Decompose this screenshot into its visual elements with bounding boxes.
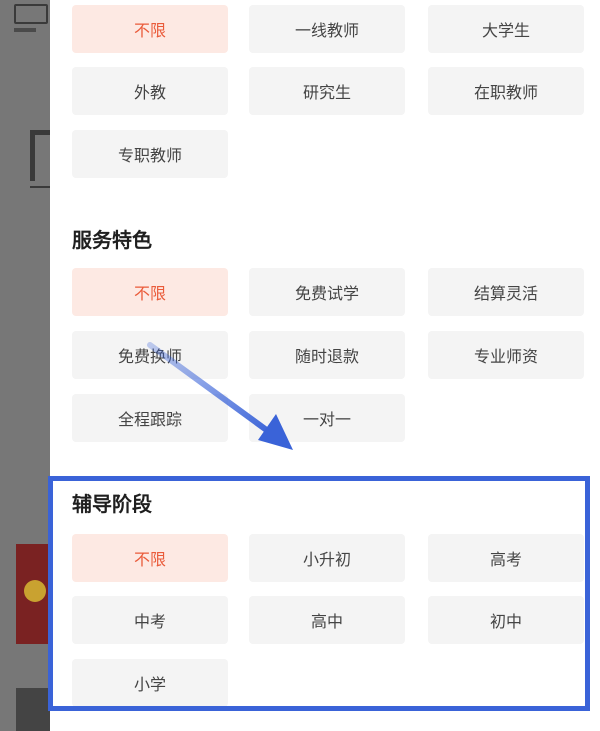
background-logo — [14, 4, 48, 24]
teacher-type-option-unlimited[interactable]: 不限 — [72, 5, 228, 53]
stage-option-high-school[interactable]: 高中 — [249, 596, 405, 644]
background-divider — [30, 186, 50, 188]
service-option-full-tracking[interactable]: 全程跟踪 — [72, 394, 228, 442]
background-page — [0, 0, 55, 731]
stage-section-title: 辅导阶段 — [72, 492, 152, 516]
background-caption — [14, 28, 36, 32]
teacher-type-option-full-time[interactable]: 专职教师 — [72, 130, 228, 178]
teacher-type-option-foreign[interactable]: 外教 — [72, 67, 228, 115]
background-thumbnail-emblem — [24, 580, 46, 602]
service-option-free-trial[interactable]: 免费试学 — [249, 268, 405, 316]
stage-option-high-school-entrance-exam[interactable]: 中考 — [72, 596, 228, 644]
service-option-unlimited[interactable]: 不限 — [72, 268, 228, 316]
stage-option-unlimited[interactable]: 不限 — [72, 534, 228, 582]
service-section-title: 服务特色 — [72, 228, 152, 252]
service-option-professional-teachers[interactable]: 专业师资 — [428, 331, 584, 379]
teacher-type-option-graduate[interactable]: 研究生 — [249, 67, 405, 115]
background-thumbnail-2 — [16, 688, 50, 731]
stage-option-college-entrance-exam[interactable]: 高考 — [428, 534, 584, 582]
filter-panel: 不限 一线教师 大学生 外教 研究生 在职教师 专职教师 服务特色 不限 免费试… — [50, 0, 600, 731]
teacher-type-option-frontline[interactable]: 一线教师 — [249, 5, 405, 53]
teacher-type-option-college[interactable]: 大学生 — [428, 5, 584, 53]
stage-option-junior-high[interactable]: 初中 — [428, 596, 584, 644]
service-option-flexible-billing[interactable]: 结算灵活 — [428, 268, 584, 316]
teacher-type-option-in-service[interactable]: 在职教师 — [428, 67, 584, 115]
stage-option-primary-to-junior[interactable]: 小升初 — [249, 534, 405, 582]
stage-option-primary-school[interactable]: 小学 — [72, 659, 228, 707]
service-option-anytime-refund[interactable]: 随时退款 — [249, 331, 405, 379]
service-option-free-teacher-change[interactable]: 免费换师 — [72, 331, 228, 379]
service-option-one-on-one[interactable]: 一对一 — [249, 394, 405, 442]
